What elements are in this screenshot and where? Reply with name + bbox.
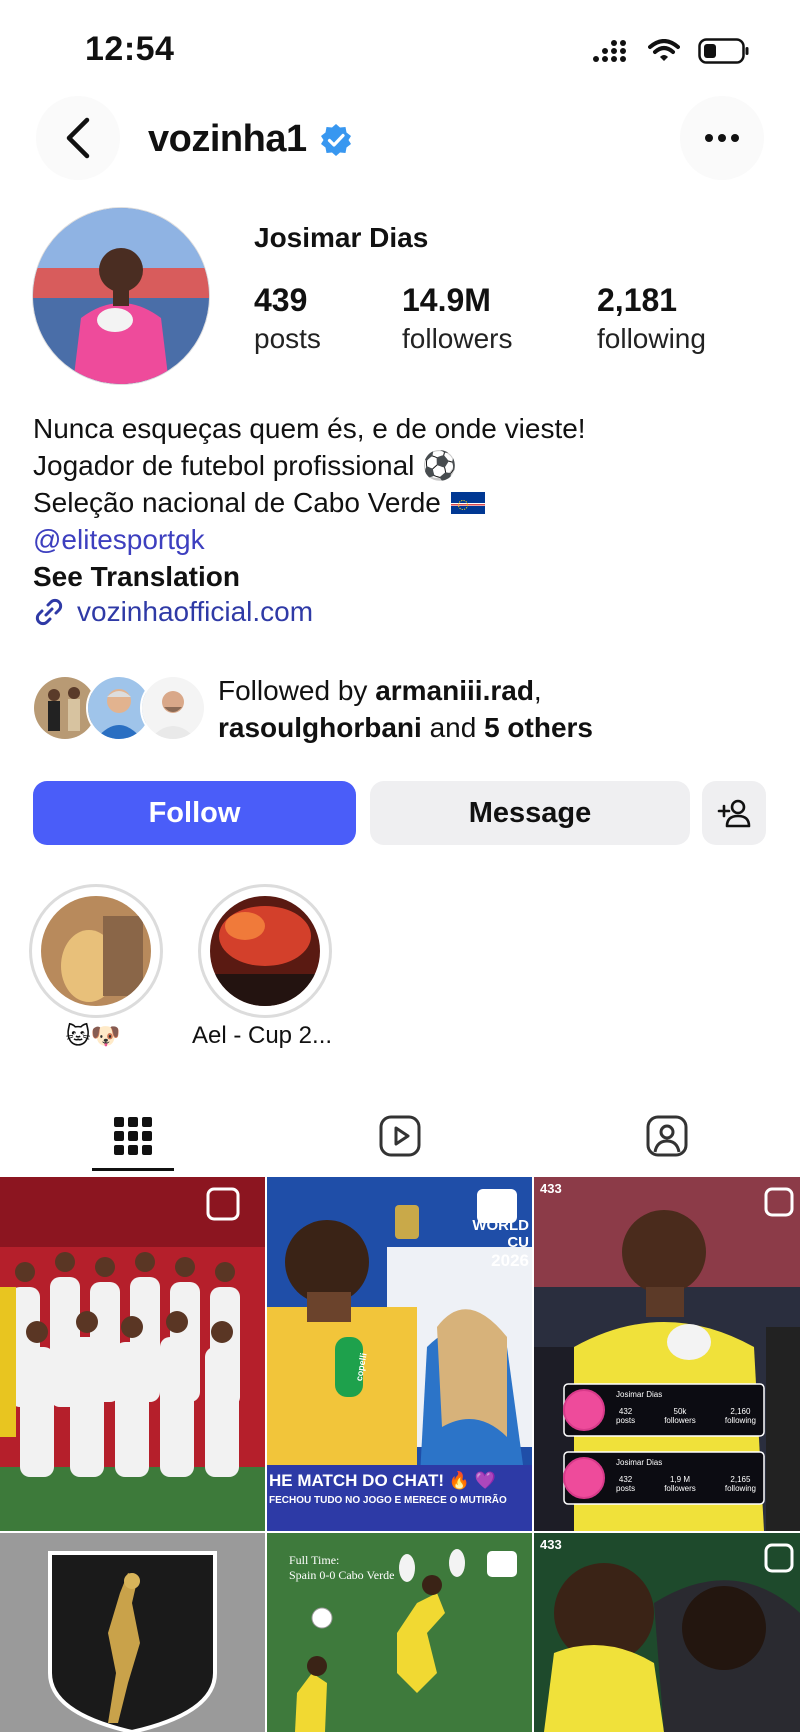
avatar-image <box>33 208 209 384</box>
tab-reels[interactable] <box>267 1100 533 1172</box>
website-link-text: vozinhaofficial.com <box>77 596 314 627</box>
tile-banner-subtext: FECHOU TUDO NO JOGO E MERECE O MUTIRÃO <box>269 1495 507 1506</box>
tile-text: WORLD CU 2026 <box>459 1217 529 1271</box>
tile-brand: 433 <box>540 1537 562 1552</box>
stat-label: followers <box>402 323 513 354</box>
more-options-button[interactable] <box>680 96 764 180</box>
stat-label: posts <box>254 323 321 354</box>
link-icon <box>35 598 63 626</box>
mutual-followers-avatars[interactable] <box>32 675 206 741</box>
tile-banner-text: HE MATCH DO CHAT! 🔥 💜 <box>269 1471 496 1490</box>
card-stats: 432 posts 1,9 Mfollowers 2,165 following <box>616 1475 756 1493</box>
mutual-avatar <box>140 675 206 741</box>
stat-value: 439 <box>254 282 308 318</box>
followed-by-prefix: Followed by <box>218 675 376 706</box>
tile-brand: 433 <box>540 1181 562 1196</box>
follow-button[interactable]: Follow <box>33 781 356 845</box>
stat-followers[interactable]: 14.9M followers <box>402 282 512 355</box>
status-icons <box>592 38 750 64</box>
username-row: vozinha1 <box>148 118 353 161</box>
mutual-user-1: armaniii.rad <box>375 675 534 706</box>
suggest-users-button[interactable] <box>702 781 766 845</box>
mutual-user-2: rasoulghorbani <box>218 712 422 743</box>
card-stat-label: following <box>724 1484 756 1493</box>
post-thumbnail[interactable]: 433 <box>534 1533 800 1732</box>
chevron-left-icon <box>66 117 90 159</box>
see-translation-button[interactable]: See Translation <box>33 558 586 595</box>
bio-line: Seleção nacional de Cabo Verde <box>33 487 441 518</box>
and-text: and <box>421 712 485 743</box>
cellular-signal-icon <box>593 40 626 62</box>
more-horizontal-icon <box>705 134 739 142</box>
status-time: 12:54 <box>85 30 175 68</box>
stat-following[interactable]: 2,181 following <box>597 282 706 355</box>
post-thumbnail[interactable] <box>0 1177 265 1531</box>
tab-posts-grid[interactable] <box>0 1100 266 1172</box>
add-person-icon <box>717 799 751 828</box>
highlight-label: Ael - Cup 2... <box>191 1022 333 1049</box>
card-name: Josimar Dias <box>616 1458 663 1467</box>
followed-by-text[interactable]: Followed by armaniii.rad, rasoulghorbani… <box>218 672 593 746</box>
stat-posts[interactable]: 439 posts <box>254 282 321 355</box>
card-stats: 432 posts 50k followers 2,160 following <box>616 1407 756 1425</box>
card-stat-label: followers <box>664 1416 696 1425</box>
bio-line: Nunca esqueças quem és, e de onde vieste… <box>33 413 586 444</box>
bio-line: Jogador de futebol profissional ⚽ <box>33 450 458 481</box>
battery-icon <box>698 38 749 64</box>
card-stat-label: following <box>724 1416 756 1425</box>
stat-value: 2,181 <box>597 282 678 318</box>
cape-verde-flag-icon <box>450 491 485 514</box>
profile-avatar[interactable] <box>32 207 210 385</box>
tile-line: Spain 0-0 Cabo Verde <box>289 1568 395 1582</box>
username: vozinha1 <box>148 118 307 160</box>
story-highlight[interactable] <box>29 884 163 1018</box>
post-thumbnail[interactable]: Full Time: Spain 0-0 Cabo Verde <box>267 1533 532 1732</box>
card-stat-label: posts <box>616 1416 636 1425</box>
tab-tagged[interactable] <box>534 1100 800 1172</box>
tile-line: WORLD CU <box>472 1217 529 1251</box>
full-name: Josimar Dias <box>254 222 429 253</box>
active-tab-indicator <box>92 1168 174 1171</box>
back-button[interactable] <box>36 96 120 180</box>
card-stat-value: 432 <box>618 1475 633 1484</box>
card-stat-value: 2,165 <box>730 1475 751 1484</box>
separator: , <box>533 675 542 706</box>
story-highlight[interactable] <box>198 884 332 1018</box>
card-stat-label: followers <box>664 1484 696 1493</box>
stat-label: following <box>597 323 706 354</box>
post-thumbnail[interactable]: WORLD CU 2026 copelli HE MATCH DO CHAT! … <box>267 1177 532 1531</box>
tile-text: Full Time: Spain 0-0 Cabo Verde <box>289 1553 394 1583</box>
tile-line: 2026 <box>491 1251 529 1270</box>
message-button[interactable]: Message <box>370 781 690 845</box>
card-stat-value: 2,160 <box>730 1407 751 1416</box>
reels-icon <box>379 1115 421 1157</box>
website-link[interactable]: vozinhaofficial.com <box>33 596 313 628</box>
post-thumbnail[interactable] <box>0 1533 265 1732</box>
mutual-others-count: 5 others <box>484 712 594 743</box>
grid-icon <box>114 1117 152 1155</box>
tagged-person-icon <box>646 1115 688 1157</box>
card-stat-value: 50k <box>673 1407 687 1416</box>
highlight-cover <box>41 896 151 1006</box>
wifi-icon <box>648 39 680 61</box>
tile-line: Full Time: <box>289 1553 340 1567</box>
verified-badge-icon <box>320 123 351 156</box>
highlight-cover <box>210 896 320 1006</box>
post-thumbnail[interactable]: 433 Josimar Dias 432 posts 50k followers 2… <box>534 1177 800 1531</box>
highlight-label: 🐱🐶 <box>65 1023 121 1050</box>
card-stat-label: posts <box>616 1484 636 1493</box>
card-stat-value: 1,9 M <box>669 1475 690 1484</box>
card-name: Josimar Dias <box>616 1390 663 1399</box>
stat-value: 14.9M <box>402 282 491 318</box>
bio: Nunca esqueças quem és, e de onde vieste… <box>33 410 586 595</box>
bio-line-flag: Seleção nacional de Cabo Verde <box>33 484 586 521</box>
bio-mention-link[interactable]: @elitesportgk <box>33 521 586 558</box>
card-stat-value: 432 <box>618 1407 633 1416</box>
